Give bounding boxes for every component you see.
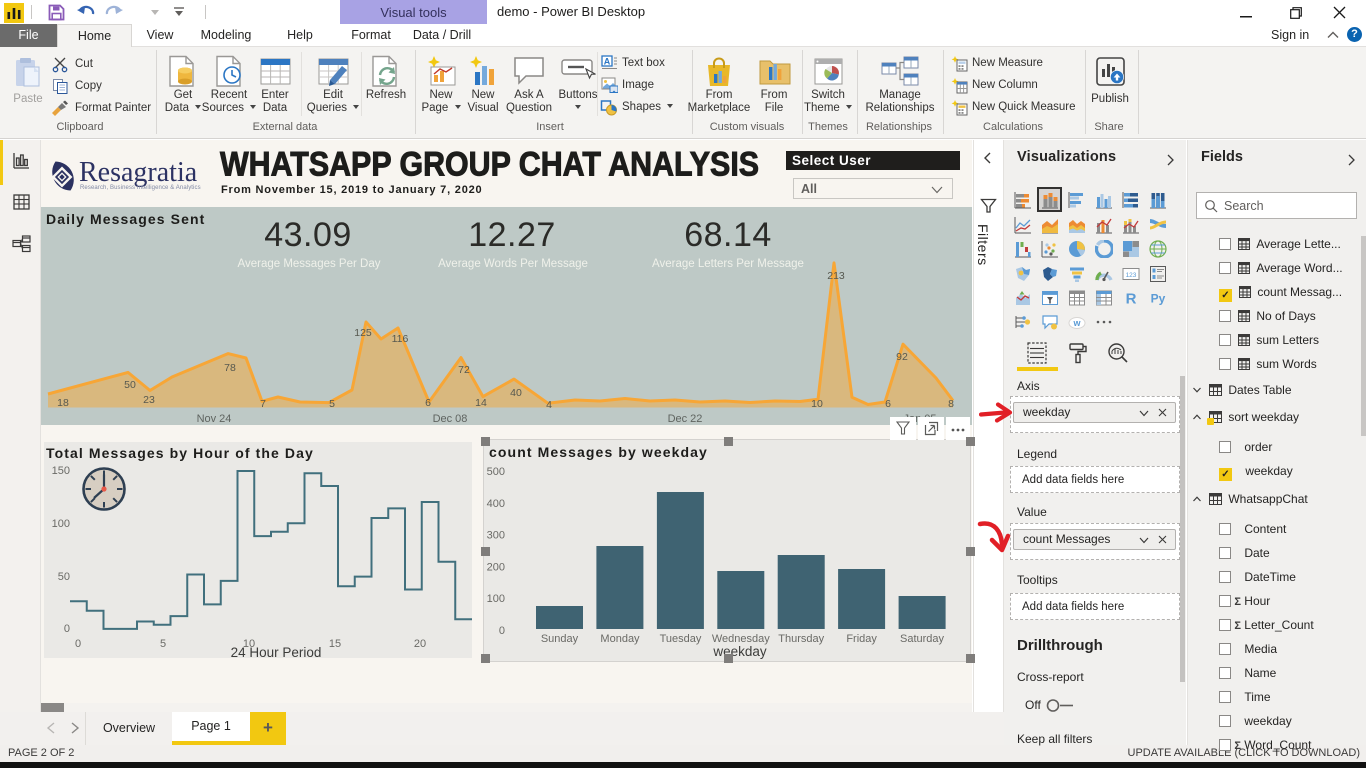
svg-text:Nov 24: Nov 24	[197, 413, 232, 425]
svg-text:300: 300	[487, 530, 505, 542]
svg-text:72: 72	[458, 364, 470, 376]
svg-text:w: w	[1072, 318, 1081, 328]
svg-text:8: 8	[948, 398, 954, 410]
svg-text:14: 14	[475, 397, 487, 409]
svg-text:400: 400	[487, 498, 505, 510]
svg-text:0: 0	[75, 638, 81, 650]
svg-text:100: 100	[487, 593, 505, 605]
svg-text:92: 92	[896, 351, 908, 363]
svg-text:116: 116	[392, 333, 409, 345]
svg-text:6: 6	[885, 398, 891, 410]
svg-text:A: A	[604, 57, 611, 67]
svg-text:150: 150	[52, 465, 70, 477]
svg-text:18: 18	[57, 397, 69, 409]
svg-text:100: 100	[52, 518, 70, 530]
svg-text:0: 0	[499, 625, 505, 637]
svg-text:15: 15	[329, 638, 341, 650]
svg-text:Saturday: Saturday	[900, 633, 945, 645]
svg-text:Friday: Friday	[846, 633, 877, 645]
svg-text:213: 213	[827, 270, 845, 282]
svg-text:20: 20	[414, 638, 426, 650]
svg-text:Sunday: Sunday	[541, 633, 579, 645]
svg-text:5: 5	[160, 638, 166, 650]
svg-text:123: 123	[1126, 272, 1137, 279]
svg-text:6: 6	[425, 397, 431, 409]
svg-text:weekday: weekday	[712, 644, 767, 659]
svg-text:Monday: Monday	[600, 633, 640, 645]
svg-text:125: 125	[354, 327, 372, 339]
svg-text:4: 4	[546, 399, 552, 411]
svg-text:23: 23	[143, 394, 155, 406]
svg-text:Py: Py	[1151, 291, 1166, 305]
svg-text:Tuesday: Tuesday	[660, 633, 702, 645]
svg-text:500: 500	[487, 466, 505, 478]
svg-text:24 Hour Period: 24 Hour Period	[231, 645, 322, 658]
svg-text:0: 0	[64, 623, 70, 635]
svg-text:78: 78	[224, 362, 236, 374]
svg-text:5: 5	[329, 398, 335, 410]
svg-text:7: 7	[260, 398, 266, 410]
svg-text:50: 50	[58, 571, 70, 583]
svg-text:Thursday: Thursday	[778, 633, 824, 645]
svg-text:R: R	[1126, 290, 1137, 307]
svg-text:Dec 08: Dec 08	[433, 413, 468, 425]
svg-text:200: 200	[487, 561, 505, 573]
svg-text:40: 40	[510, 387, 522, 399]
svg-text:50: 50	[124, 379, 136, 391]
svg-text:Dec 22: Dec 22	[668, 413, 703, 425]
svg-text:10: 10	[811, 398, 823, 410]
